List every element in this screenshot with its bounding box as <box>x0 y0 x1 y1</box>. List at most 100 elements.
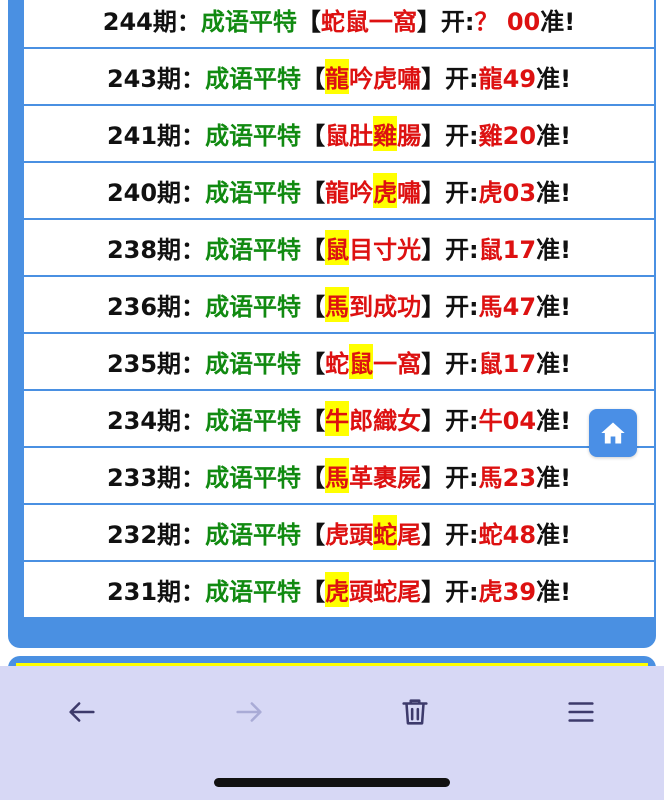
menu-button[interactable] <box>557 688 605 736</box>
category-label: 成语平特 <box>205 407 302 435</box>
bracket-open: 【 <box>301 65 326 93</box>
idiom-char: 鼠 <box>325 122 350 150</box>
idiom-char: 肚 <box>349 122 374 150</box>
idiom-char: 蛇 <box>320 8 345 36</box>
idiom-char: 一 <box>368 8 393 36</box>
idiom-char: 目 <box>349 236 374 264</box>
page-content: 244期： 成语平特【蛇鼠一窩】开:？ 00 准! 243期： 成语平特【龍吟虎嘯】开:… <box>0 0 664 686</box>
bracket-open: 【 <box>301 293 326 321</box>
idiom-char: 腸 <box>397 122 422 150</box>
idiom-char: 窩 <box>397 350 422 378</box>
result-row: 240期： 成语平特【龍吟虎嘯】开: 虎03 准! <box>24 163 654 218</box>
open-label: 开: <box>445 407 479 435</box>
open-label: 开: <box>445 293 479 321</box>
open-label: 开: <box>445 578 479 606</box>
result-value: ？ 00 <box>474 8 541 36</box>
bracket-close: 】 <box>421 521 446 549</box>
result-row: 233期： 成语平特【馬革裹屍】开: 馬23 准! <box>24 448 654 503</box>
issue-number: 234期： <box>106 407 206 435</box>
bracket-close: 】 <box>421 236 446 264</box>
accuracy-suffix: 准! <box>536 350 572 378</box>
result-row: 234期： 成语平特【牛郎織女】开: 牛04 准! <box>24 391 654 446</box>
bracket-open: 【 <box>301 350 326 378</box>
issue-number: 244期： <box>102 8 201 36</box>
idiom-char: 嘯 <box>397 65 422 93</box>
home-icon <box>601 422 625 444</box>
arrow-right-icon <box>236 702 262 722</box>
bracket-open: 【 <box>301 521 326 549</box>
result-value: 牛04 <box>478 407 537 435</box>
idiom-char: 寸 <box>373 236 398 264</box>
idiom-char: 一 <box>373 350 398 378</box>
idiom-char-highlighted: 鼠 <box>325 230 350 265</box>
result-value: 馬23 <box>478 464 537 492</box>
idiom-char: 吟 <box>349 65 374 93</box>
idiom-char: 成 <box>373 293 398 321</box>
accuracy-suffix: 准! <box>536 236 572 264</box>
open-label: 开: <box>445 122 479 150</box>
category-label: 成语平特 <box>205 350 302 378</box>
idiom-char: 織 <box>373 407 398 435</box>
accuracy-suffix: 准! <box>536 293 572 321</box>
result-value: 鼠17 <box>478 350 537 378</box>
result-row: 232期： 成语平特【虎頭蛇尾】开: 蛇48 准! <box>24 505 654 560</box>
idiom-char-highlighted: 蛇 <box>373 515 398 550</box>
issue-number: 240期： <box>106 179 206 207</box>
bracket-close: 】 <box>421 179 446 207</box>
bracket-close: 】 <box>421 464 446 492</box>
idiom-char: 嘯 <box>397 179 422 207</box>
bracket-close: 】 <box>421 122 446 150</box>
delete-button[interactable] <box>391 688 439 736</box>
accuracy-suffix: 准! <box>536 179 572 207</box>
accuracy-suffix: 准! <box>540 8 576 36</box>
idiom-char-highlighted: 虎 <box>325 572 350 607</box>
idiom-char: 虎 <box>373 65 398 93</box>
bracket-open: 【 <box>301 407 326 435</box>
bracket-close: 】 <box>421 65 446 93</box>
accuracy-suffix: 准! <box>536 578 572 606</box>
issue-number: 235期： <box>106 350 206 378</box>
bracket-close: 】 <box>421 293 446 321</box>
open-label: 开: <box>445 65 479 93</box>
open-label: 开: <box>445 464 479 492</box>
forward-button[interactable] <box>225 688 273 736</box>
result-row: 236期： 成语平特【馬到成功】开: 馬47 准! <box>24 277 654 332</box>
result-value: 鼠17 <box>478 236 537 264</box>
idiom-char: 尾 <box>397 578 422 606</box>
arrow-left-icon <box>69 702 95 722</box>
back-button[interactable] <box>58 688 106 736</box>
open-label: 开: <box>445 236 479 264</box>
result-row: 243期： 成语平特【龍吟虎嘯】开: 龍49 准! <box>24 49 654 104</box>
idiom-char: 屍 <box>397 464 422 492</box>
idiom-char: 虎 <box>325 521 350 549</box>
category-label: 成语平特 <box>205 122 302 150</box>
bracket-close: 】 <box>421 578 446 606</box>
category-label: 成语平特 <box>205 293 302 321</box>
home-button[interactable] <box>589 409 637 457</box>
result-list: 244期： 成语平特【蛇鼠一窩】开:？ 00 准! 243期： 成语平特【龍吟虎嘯】开:… <box>24 0 654 619</box>
idiom-char: 功 <box>397 293 422 321</box>
result-row: 241期： 成语平特【鼠肚雞腸】开: 雞20 准! <box>24 106 654 161</box>
open-label: 开: <box>445 350 479 378</box>
bracket-close: 】 <box>421 350 446 378</box>
result-panel: 244期： 成语平特【蛇鼠一窩】开:？ 00 准! 243期： 成语平特【龍吟虎嘯】开:… <box>8 0 656 648</box>
idiom-char: 郎 <box>349 407 374 435</box>
idiom-char: 革 <box>349 464 374 492</box>
open-label: 开: <box>440 8 475 36</box>
issue-number: 231期： <box>106 578 206 606</box>
idiom-char: 到 <box>349 293 374 321</box>
idiom-char: 頭 <box>349 521 374 549</box>
result-value: 虎03 <box>478 179 537 207</box>
idiom-char-highlighted: 虎 <box>373 173 398 208</box>
result-row: 231期： 成语平特【虎頭蛇尾】开: 虎39 准! <box>24 562 654 617</box>
issue-number: 238期： <box>106 236 206 264</box>
trash-icon <box>402 699 428 725</box>
open-label: 开: <box>445 521 479 549</box>
result-row: 238期： 成语平特【鼠目寸光】开: 鼠17 准! <box>24 220 654 275</box>
bracket-open: 【 <box>301 464 326 492</box>
bracket-open: 【 <box>301 122 326 150</box>
issue-number: 241期： <box>106 122 206 150</box>
category-label: 成语平特 <box>205 521 302 549</box>
bracket-close: 】 <box>421 407 446 435</box>
bracket-open: 【 <box>296 8 321 36</box>
